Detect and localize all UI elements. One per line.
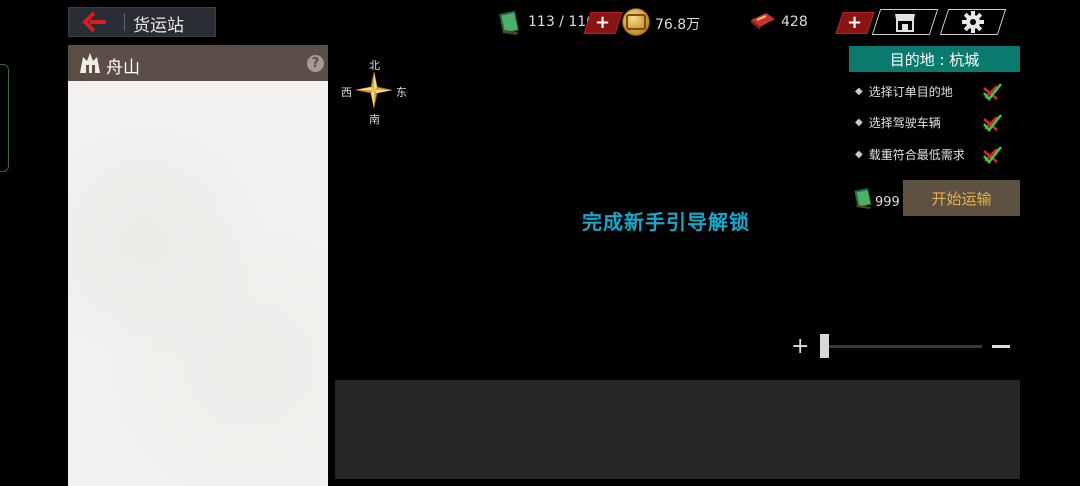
compass-east: 东 xyxy=(396,86,407,99)
destination-header: 目的地 : 杭城 xyxy=(849,46,1020,72)
requirement-label: 载重符合最低需求 xyxy=(868,148,965,162)
ticket-icon xyxy=(748,10,778,32)
check-icon xyxy=(981,113,1003,133)
zoom-out-button[interactable] xyxy=(992,345,1010,348)
requirement-label: 选择驾驶车辆 xyxy=(868,116,941,130)
page-title: 货运站 xyxy=(133,16,184,36)
shop-button[interactable] xyxy=(871,9,939,35)
help-icon[interactable]: ? xyxy=(307,55,324,72)
compass-west: 西 xyxy=(341,86,352,99)
coin-count: 76.8万 xyxy=(655,17,701,33)
zoom-slider-track[interactable] xyxy=(822,345,982,348)
unlock-message: 完成新手引导解锁 xyxy=(582,210,750,234)
zoom-slider-thumb[interactable] xyxy=(820,334,829,358)
header-divider xyxy=(124,13,125,31)
requirement-row: ◆ 载重符合最低需求 xyxy=(855,146,965,163)
requirement-label: 选择订单目的地 xyxy=(868,85,953,99)
compass-south: 南 xyxy=(369,113,380,126)
shop-icon xyxy=(895,14,915,32)
order-list-panel[interactable] xyxy=(68,81,328,486)
bullet-icon: ◆ xyxy=(855,149,863,160)
bullet-icon: ◆ xyxy=(855,117,863,128)
side-edge-tab xyxy=(0,64,9,172)
city-name: 舟山 xyxy=(106,58,140,78)
add-ticket-button[interactable]: + xyxy=(835,12,875,34)
gear-icon xyxy=(962,11,984,33)
start-transport-button[interactable]: 开始运输 xyxy=(903,180,1020,216)
back-arrow-icon xyxy=(82,11,106,33)
vehicle-info-panel xyxy=(335,380,1020,479)
requirement-row: ◆ 选择订单目的地 xyxy=(855,83,953,100)
book-icon xyxy=(853,186,875,210)
coin-icon xyxy=(622,8,650,36)
compass-icon xyxy=(354,70,394,110)
back-button[interactable] xyxy=(80,10,110,34)
settings-button[interactable] xyxy=(939,9,1007,35)
check-icon xyxy=(981,145,1003,165)
fuel-count: 999 xyxy=(875,195,900,210)
check-icon xyxy=(981,82,1003,102)
book-icon xyxy=(498,8,522,36)
requirement-row: ◆ 选择驾驶车辆 xyxy=(855,114,941,131)
city-icon xyxy=(78,51,102,75)
zoom-in-button[interactable]: + xyxy=(791,334,809,359)
add-book-button[interactable]: + xyxy=(583,12,623,34)
bullet-icon: ◆ xyxy=(855,86,863,97)
ticket-count: 428 xyxy=(781,14,808,30)
